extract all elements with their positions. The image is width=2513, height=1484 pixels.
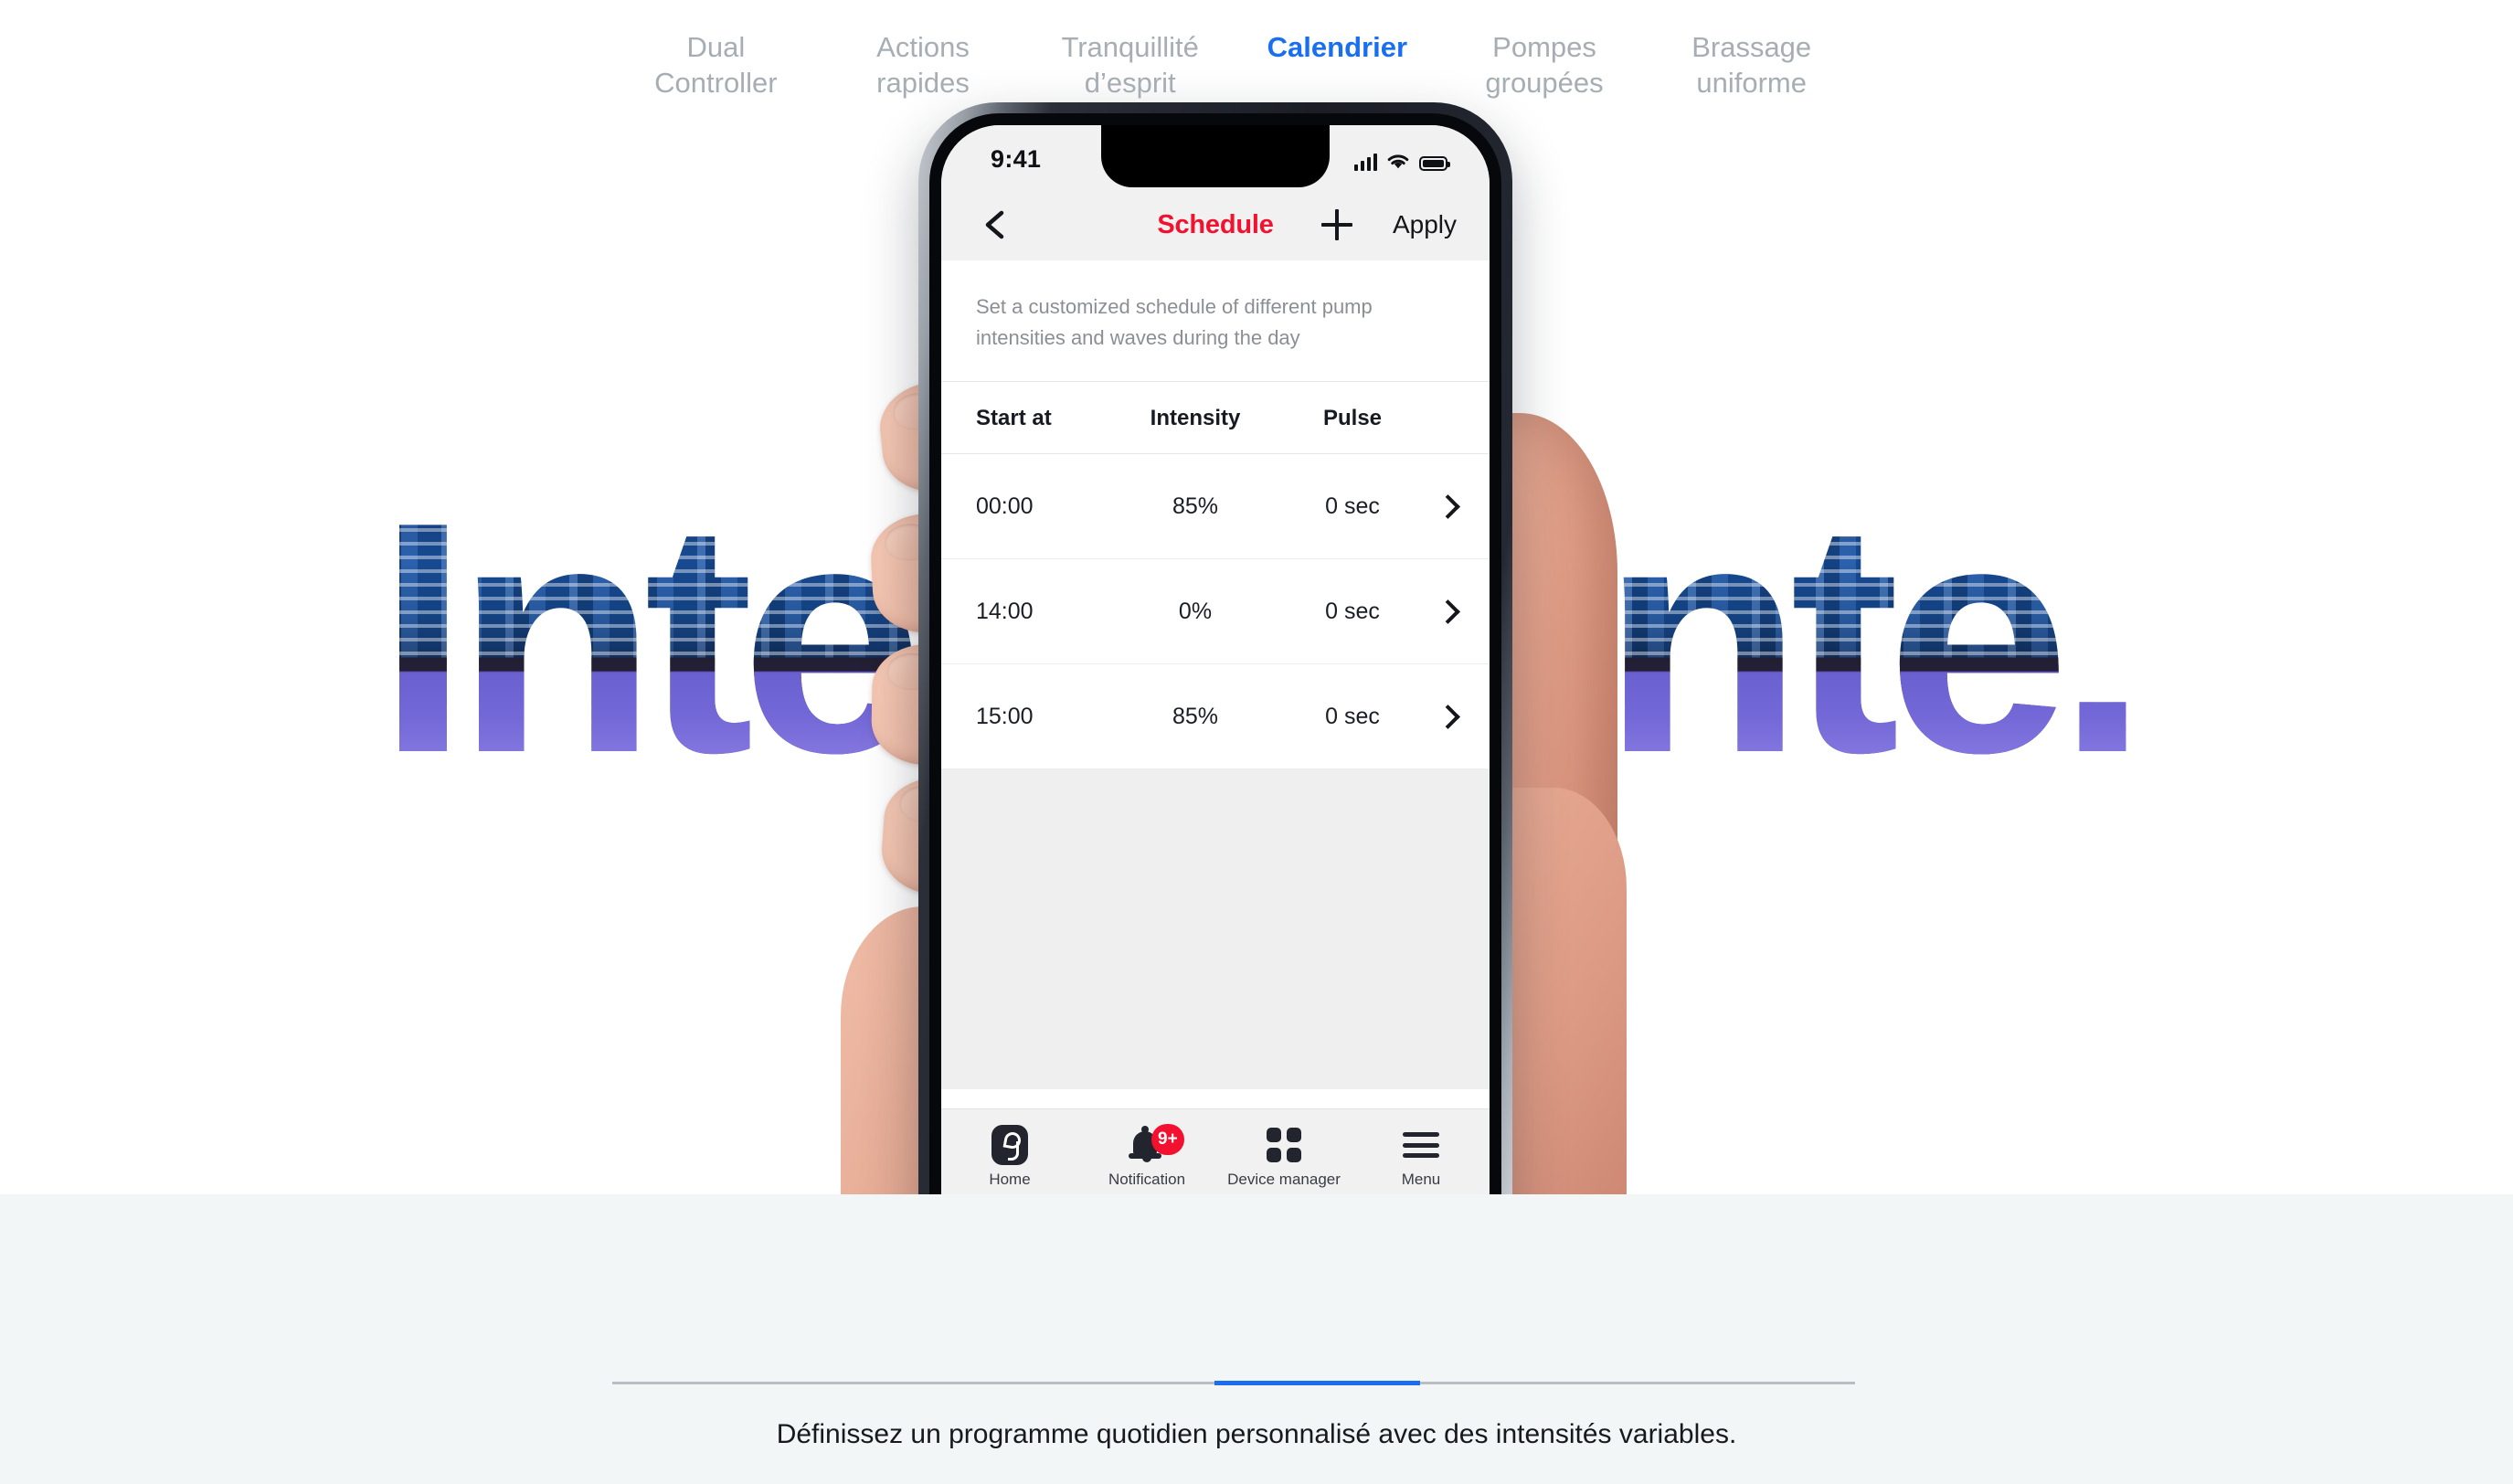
bottom-tab-menu[interactable]: Menu — [1352, 1124, 1490, 1189]
tabs-active-indicator — [1214, 1381, 1420, 1385]
column-header-start-at: Start at — [976, 406, 1052, 430]
phone-mockup: 9:41 Schedule Apply Set a customized sch… — [841, 102, 1627, 1194]
chevron-right-icon — [1436, 493, 1460, 519]
cell-intensity: 0% — [1178, 598, 1213, 624]
bottom-tab-notification[interactable]: 9+ Notification — [1078, 1124, 1215, 1189]
feature-caption: Définissez un programme quotidien person… — [776, 1419, 1737, 1449]
status-bar-time: 9:41 — [991, 145, 1042, 173]
wifi-icon — [1387, 154, 1409, 169]
plus-icon[interactable] — [1321, 209, 1352, 240]
schedule-description: Set a customized schedule of different p… — [941, 260, 1490, 382]
tab-dual-controller-line2: Controller — [654, 67, 778, 99]
cell-intensity: 85% — [1172, 703, 1219, 729]
empty-list-area — [941, 769, 1490, 1089]
table-row[interactable]: 00:00 85% 0 sec — [941, 454, 1490, 559]
page-root: Intelligtente. 9:41 — [0, 0, 2513, 1484]
tab-dual-controller-line1: Dual — [686, 31, 746, 63]
chevron-right-icon — [1436, 599, 1460, 624]
tab-tranquillite-desprit-line1: Tranquillité — [1061, 31, 1199, 63]
status-bar-icons — [1354, 147, 1450, 171]
tab-tranquillite-desprit-line2: d’esprit — [1084, 67, 1176, 99]
bottom-tab-menu-label: Menu — [1401, 1171, 1441, 1188]
battery-full-icon — [1419, 156, 1450, 171]
tab-brassage-uniforme-line2: uniforme — [1696, 67, 1807, 99]
notification-badge: 9+ — [1151, 1124, 1184, 1155]
tab-actions-rapides-line2: rapides — [876, 67, 970, 99]
bottom-tab-device-manager[interactable]: Device manager — [1215, 1124, 1352, 1189]
grid-icon — [1267, 1128, 1301, 1162]
phone-body: 9:41 Schedule Apply Set a customized sch… — [918, 102, 1512, 1194]
tab-pompes-groupees-line1: Pompes — [1492, 31, 1596, 63]
bottom-tab-home-label: Home — [989, 1171, 1031, 1188]
table-row[interactable]: 14:00 0% 0 sec — [941, 559, 1490, 664]
cell-pulse: 0 sec — [1325, 493, 1380, 519]
hero-section: Intelligtente. 9:41 — [0, 0, 2513, 1194]
table-row[interactable]: 15:00 85% 0 sec — [941, 664, 1490, 769]
tab-brassage-uniforme-line1: Brassage — [1691, 31, 1812, 63]
cell-start-at: 14:00 — [976, 598, 1034, 624]
tab-pompes-groupees-line2: groupées — [1485, 67, 1604, 99]
tab-calendrier-line1: Calendrier — [1267, 31, 1408, 63]
cell-pulse: 0 sec — [1325, 703, 1380, 729]
column-header-pulse: Pulse — [1322, 406, 1383, 430]
phone-notch — [1101, 125, 1330, 187]
schedule-table-header: Start at Intensity Pulse — [941, 382, 1490, 454]
bottom-tab-home[interactable]: Home — [941, 1124, 1078, 1189]
apply-button[interactable]: Apply — [1393, 210, 1457, 239]
tab-pompes-groupees[interactable]: Pompes groupées — [1441, 29, 1649, 144]
app-bottom-tab-bar: Home 9+ Notification Device manager Menu — [941, 1108, 1490, 1194]
tab-actions-rapides[interactable]: Actions rapides — [820, 29, 1027, 144]
chevron-right-icon — [1436, 704, 1460, 729]
tab-dual-controller[interactable]: Dual Controller — [612, 29, 820, 144]
tab-brassage-uniforme[interactable]: Brassage uniforme — [1648, 29, 1855, 144]
signal-bars-icon — [1354, 153, 1377, 171]
hamburger-menu-icon — [1403, 1132, 1439, 1158]
cell-pulse: 0 sec — [1325, 598, 1380, 624]
column-header-intensity: Intensity — [1150, 406, 1241, 430]
seahorse-home-icon — [991, 1125, 1028, 1165]
phone-screen: 9:41 Schedule Apply Set a customized sch… — [941, 125, 1490, 1194]
cell-intensity: 85% — [1172, 493, 1219, 519]
cell-start-at: 00:00 — [976, 493, 1034, 519]
cell-start-at: 15:00 — [976, 703, 1034, 729]
app-nav-bar: Schedule Apply — [941, 189, 1490, 260]
bottom-tab-device-manager-label: Device manager — [1227, 1171, 1341, 1188]
bell-icon: 9+ — [1129, 1124, 1184, 1162]
tab-actions-rapides-line1: Actions — [876, 31, 970, 63]
bottom-tab-notification-label: Notification — [1108, 1171, 1186, 1188]
